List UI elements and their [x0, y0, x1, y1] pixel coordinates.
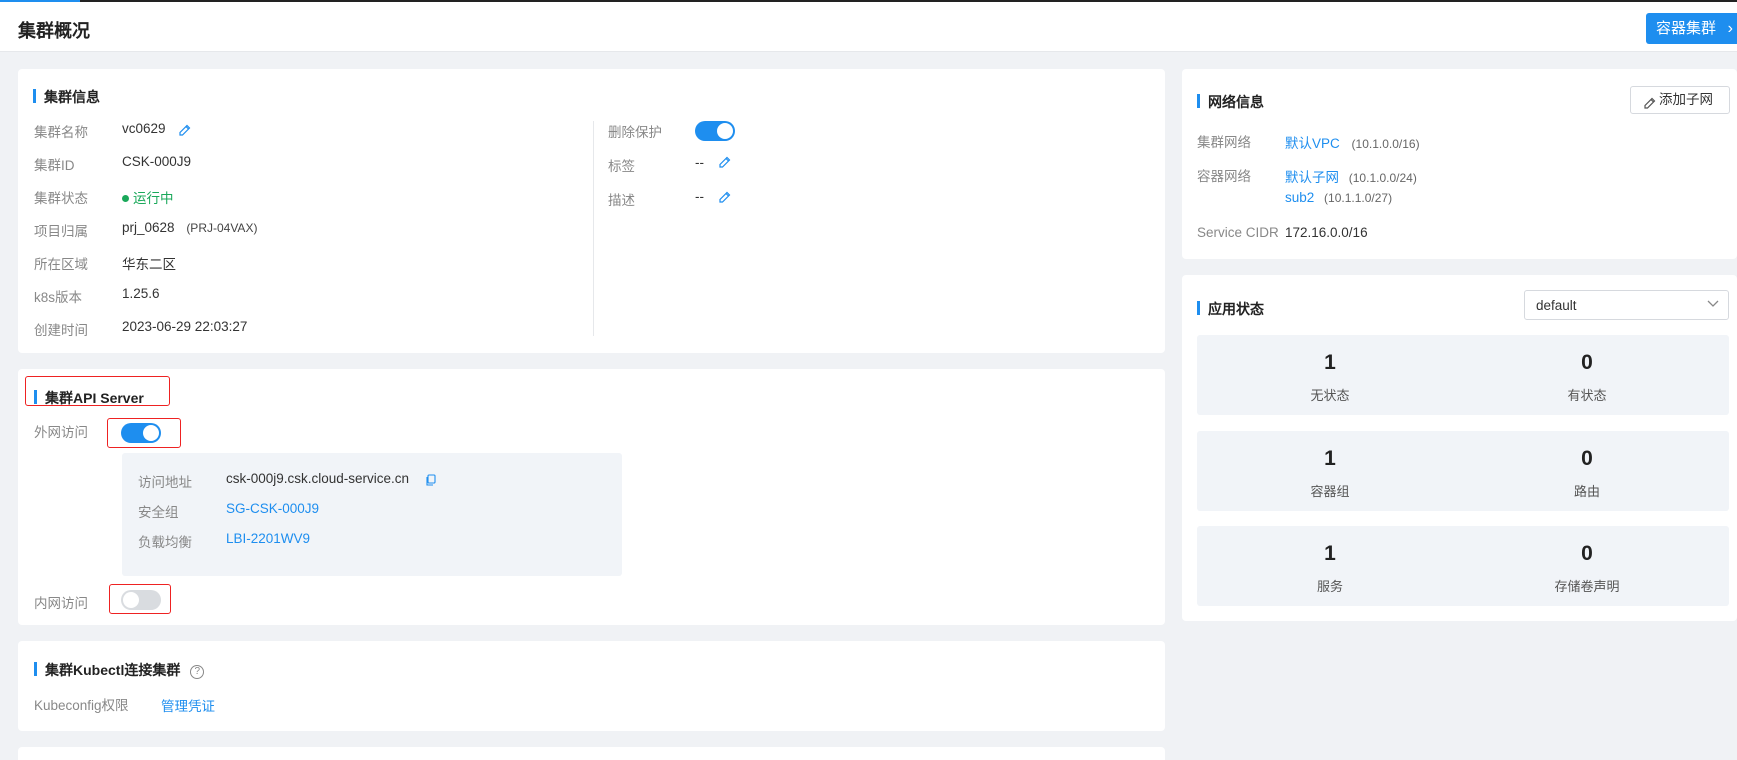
kubectl-title: 集群Kubectl连接集群 ? [34, 660, 205, 680]
pvc-label: 存储卷声明 [1554, 579, 1620, 594]
project-id: (PRJ-04VAX) [186, 221, 258, 235]
cluster-network-cidr: (10.1.0.0/16) [1351, 137, 1420, 151]
kubectl-card: 集群Kubectl连接集群 ? Kubeconfig权限 管理凭证 [18, 641, 1165, 731]
cluster-status-label: 集群状态 [34, 191, 88, 206]
kubectl-title-text: 集群Kubectl连接集群 [45, 662, 181, 678]
security-group-label: 安全组 [138, 505, 179, 520]
cluster-status-text: 运行中 [133, 191, 174, 206]
sub2-link[interactable]: sub2 [1285, 190, 1314, 205]
security-group-link[interactable]: SG-CSK-000J9 [226, 501, 319, 516]
running-status-dot [122, 195, 129, 202]
k8s-version-label: k8s版本 [34, 290, 83, 305]
service-cidr-value: 172.16.0.0/16 [1285, 225, 1368, 240]
delete-protection-toggle[interactable] [695, 121, 735, 141]
cluster-info-card: 集群信息 集群名称 vc0629 集群ID CSK-000J9 集群状态 运行中… [18, 69, 1165, 353]
cluster-name-value: vc0629 [122, 121, 166, 136]
routes-count: 0 [1581, 447, 1593, 470]
info-divider [593, 121, 594, 336]
public-access-toggle[interactable] [121, 423, 161, 443]
stateless-label: 无状态 [1310, 388, 1350, 403]
container-network-item: 默认子网 (10.1.0.0/24) [1285, 166, 1417, 186]
stateful-count: 0 [1581, 351, 1593, 374]
tags-label: 标签 [608, 159, 635, 174]
created-time-label: 创建时间 [34, 323, 88, 338]
default-subnet-link[interactable]: 默认子网 [1285, 170, 1339, 185]
load-balancer-link[interactable]: LBI-2201WV9 [226, 531, 310, 546]
k8s-version-value: 1.25.6 [122, 286, 160, 301]
help-icon-glyph: ? [194, 666, 201, 677]
container-network-label: 容器网络 [1197, 169, 1251, 184]
services-count: 1 [1324, 542, 1336, 565]
namespace-select-value: default [1536, 298, 1577, 313]
cluster-id-value: CSK-000J9 [122, 154, 192, 169]
toggle-knob [123, 592, 139, 608]
pods-label: 容器组 [1310, 484, 1350, 499]
pods-count: 1 [1324, 447, 1336, 470]
network-info-card: 网络信息 添加子网 集群网络 默认VPC (10.1.0.0/16) 容器网络 … [1182, 69, 1737, 259]
cluster-id-label: 集群ID [34, 158, 75, 173]
project-label: 项目归属 [34, 224, 88, 239]
region-value: 华东二区 [122, 257, 176, 272]
network-info-title: 网络信息 [1197, 92, 1264, 112]
stat-row-services: 1 服务 0 存储卷声明 [1197, 526, 1729, 606]
private-access-toggle[interactable] [121, 590, 161, 610]
project-name: prj_0628 [122, 220, 175, 235]
tags-value: -- [695, 155, 704, 170]
api-server-title: 集群API Server [34, 388, 144, 408]
public-access-label: 外网访问 [34, 425, 88, 440]
delete-protection-label: 删除保护 [608, 125, 662, 140]
api-server-card: 集群API Server 外网访问 访问地址 csk-000j9.csk.clo… [18, 369, 1165, 625]
copy-icon[interactable] [424, 473, 438, 487]
description-value: -- [695, 189, 704, 204]
chevron-down-icon [1706, 296, 1720, 313]
kubeconfig-label: Kubeconfig权限 [34, 698, 129, 713]
page-title: 集群概况 [18, 21, 90, 41]
page-header: 集群概况 容器集群 › [0, 2, 1737, 52]
container-cluster-button-label: 容器集群 [1656, 20, 1717, 37]
access-address-value: csk-000j9.csk.cloud-service.cn [226, 471, 410, 486]
services-label: 服务 [1316, 579, 1343, 594]
app-status-card: 应用状态 default 1 无状态 0 有状态 1 容器组 0 路由 1 服务… [1182, 275, 1737, 621]
edit-cluster-name-icon[interactable] [178, 123, 192, 137]
container-cluster-button[interactable]: 容器集群 › [1646, 13, 1737, 44]
default-vpc-link[interactable]: 默认VPC [1285, 136, 1340, 151]
chevron-right-icon: › [1727, 20, 1733, 37]
stateless-count: 1 [1324, 351, 1336, 374]
toggle-knob [717, 123, 733, 139]
cluster-status-value: 运行中 [122, 187, 174, 207]
sub2-cidr: (10.1.1.0/27) [1324, 191, 1393, 205]
add-subnet-button[interactable]: 添加子网 [1630, 86, 1730, 114]
access-address-label: 访问地址 [138, 475, 192, 490]
stat-row-pods: 1 容器组 0 路由 [1197, 431, 1729, 511]
next-card-partial [18, 747, 1165, 760]
private-access-label: 内网访问 [34, 596, 88, 611]
public-access-details: 访问地址 csk-000j9.csk.cloud-service.cn 安全组 … [122, 453, 622, 576]
routes-label: 路由 [1573, 484, 1600, 499]
container-network-item: sub2 (10.1.1.0/27) [1285, 190, 1392, 205]
app-status-title: 应用状态 [1197, 299, 1264, 319]
created-time-value: 2023-06-29 22:03:27 [122, 319, 248, 334]
edit-description-icon[interactable] [718, 190, 732, 204]
cluster-name-label: 集群名称 [34, 125, 88, 140]
cluster-info-title: 集群信息 [33, 87, 100, 107]
edit-tags-icon[interactable] [718, 155, 732, 169]
namespace-select[interactable]: default [1524, 290, 1729, 320]
cluster-network-value: 默认VPC (10.1.0.0/16) [1285, 132, 1420, 152]
edit-icon [1643, 93, 1657, 109]
load-balancer-label: 负载均衡 [138, 535, 192, 550]
region-label: 所在区域 [34, 257, 88, 272]
toggle-knob [143, 425, 159, 441]
service-cidr-label: Service CIDR [1197, 225, 1279, 240]
cluster-network-label: 集群网络 [1197, 135, 1251, 150]
add-subnet-label: 添加子网 [1659, 92, 1713, 107]
stateful-label: 有状态 [1567, 388, 1607, 403]
manage-credentials-link[interactable]: 管理凭证 [161, 695, 215, 715]
stat-row-workloads: 1 无状态 0 有状态 [1197, 335, 1729, 415]
description-label: 描述 [608, 193, 635, 208]
help-icon[interactable]: ? [190, 665, 205, 679]
project-value: prj_0628 (PRJ-04VAX) [122, 220, 257, 235]
default-subnet-cidr: (10.1.0.0/24) [1348, 171, 1417, 185]
pvc-count: 0 [1581, 542, 1593, 565]
